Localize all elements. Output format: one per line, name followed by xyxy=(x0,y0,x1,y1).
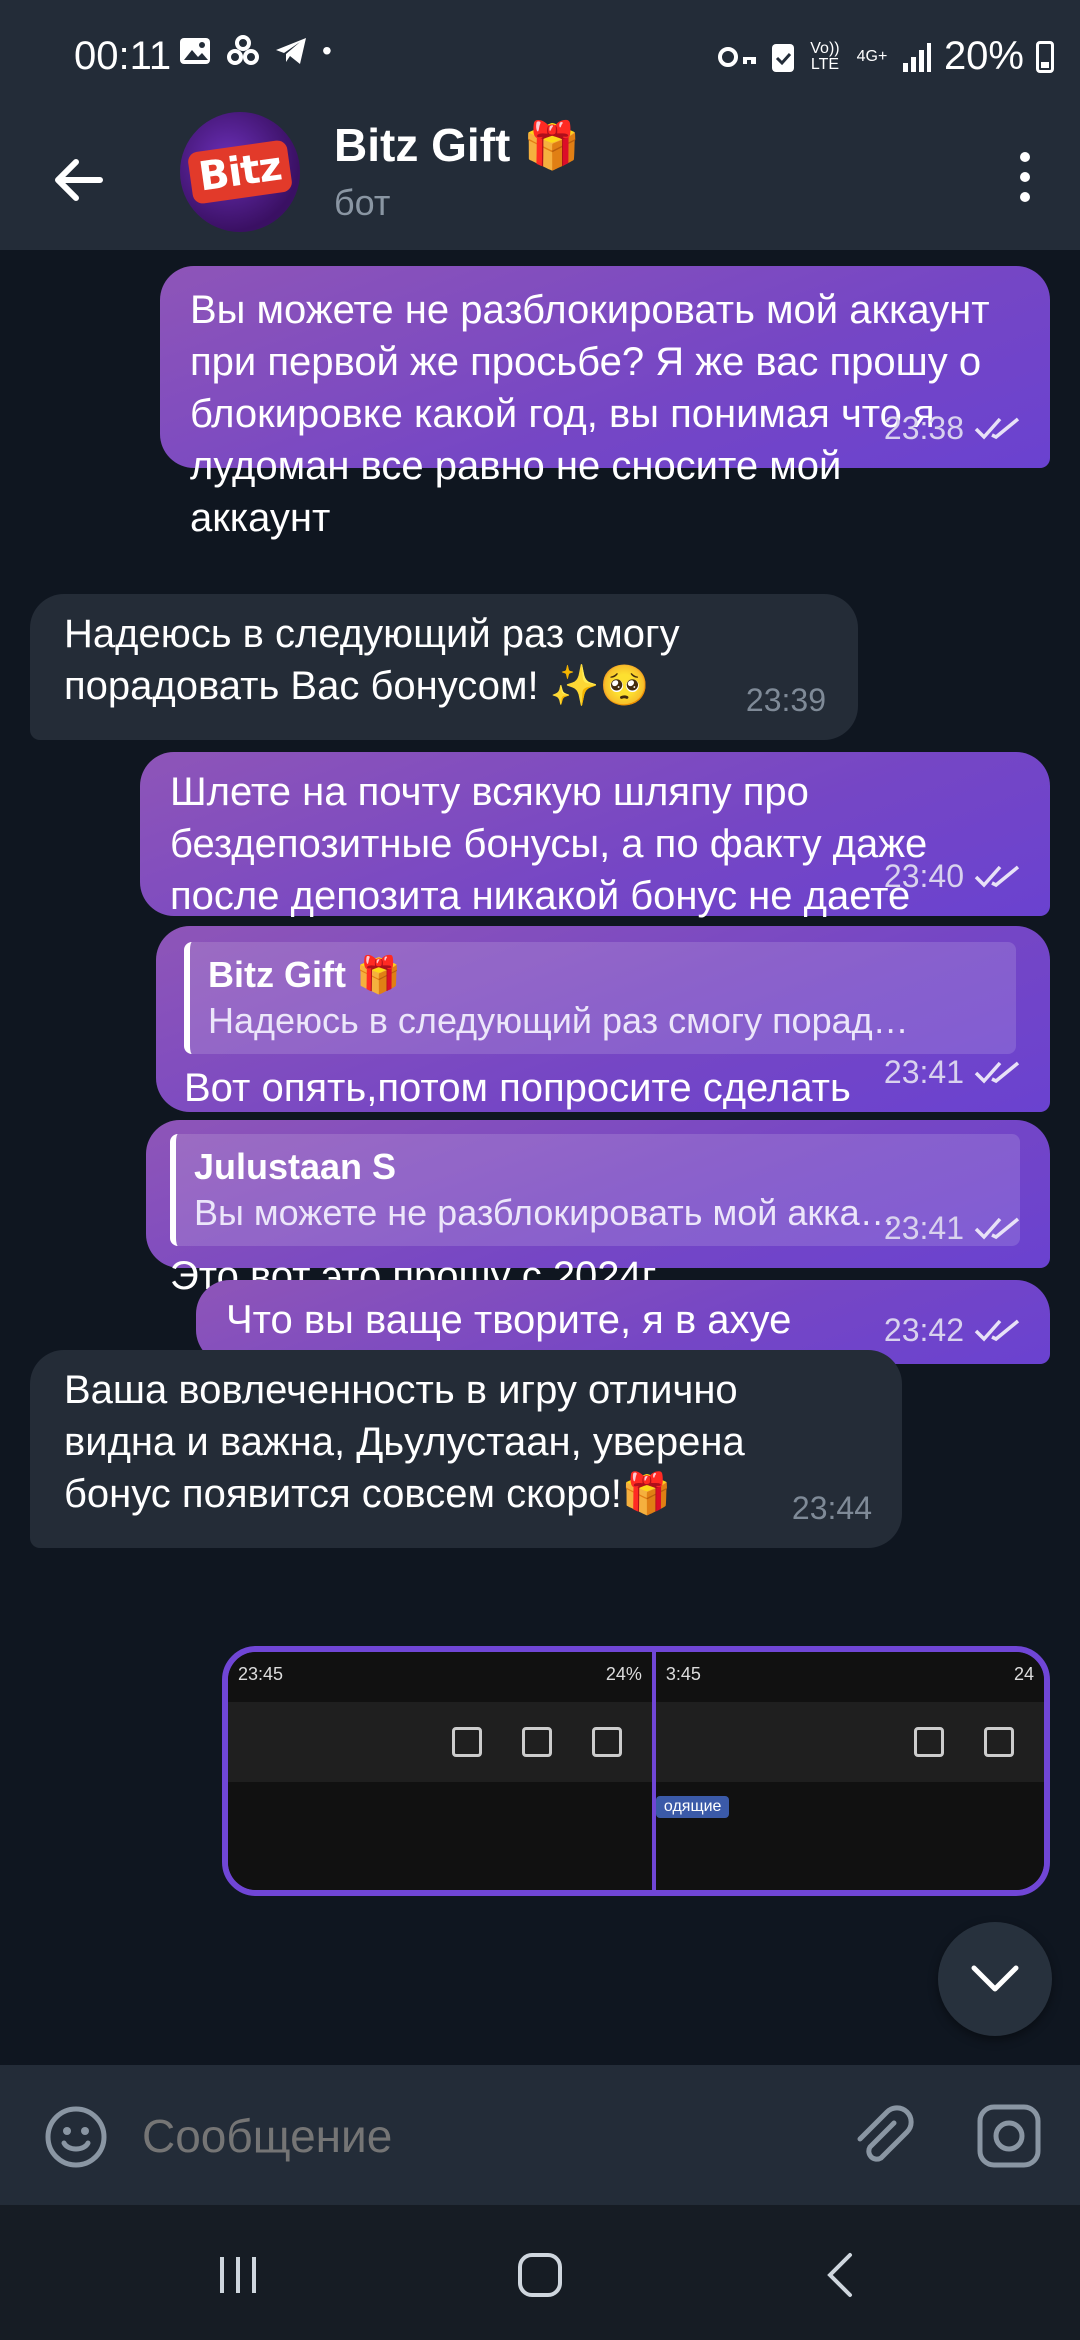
status-time: 00:11 xyxy=(74,34,172,78)
thumbnail-toolbar xyxy=(655,1702,1044,1782)
back-nav-icon[interactable] xyxy=(812,2245,872,2305)
message-time: 23:40 xyxy=(883,858,964,894)
reply-author: Bitz Gift 🎁 xyxy=(208,954,401,995)
photo-album-message[interactable]: 23:45 24% 3:45 24 одящие xyxy=(222,1646,1050,1896)
message-outgoing[interactable]: Вы можете не разблокировать мой аккаунт … xyxy=(160,266,1050,540)
shared-icon xyxy=(227,35,259,65)
reply-author: Julustaan S xyxy=(194,1146,397,1187)
message-time: 23:44 xyxy=(791,1490,872,1526)
message-input[interactable] xyxy=(140,2103,804,2169)
scroll-to-bottom-button[interactable] xyxy=(938,1922,1052,2036)
reply-snippet: Надеюсь в следующий раз смогу порад… xyxy=(208,1000,909,1041)
home-icon[interactable] xyxy=(510,2245,570,2305)
signal-icon xyxy=(902,42,931,72)
thumbnail-toolbar xyxy=(228,1702,652,1782)
chevron-down-icon xyxy=(971,1965,1019,1992)
avatar-logo: Bitz xyxy=(186,139,294,205)
notification-icons: • xyxy=(178,34,332,68)
telegram-icon xyxy=(276,38,306,64)
thumbnail-statusbar: 3:45 24 xyxy=(665,1664,1034,1684)
screenshot-thumbnail[interactable]: 3:45 24 одящие xyxy=(655,1652,1044,1890)
status-bar: 00:11 • Vo)) LTE 4G+ 20% xyxy=(0,0,1080,112)
back-arrow-icon[interactable] xyxy=(48,150,108,210)
chat-header: Bitz Bitz Gift 🎁 бот xyxy=(0,112,1080,250)
message-text: Что вы ваще творите, я в ахуе xyxy=(226,1298,792,1342)
avatar[interactable]: Bitz xyxy=(180,112,300,232)
thumbnail-statusbar: 23:45 24% xyxy=(238,1664,642,1684)
camera-icon[interactable] xyxy=(976,2103,1042,2169)
status-right: Vo)) LTE 4G+ 20% xyxy=(717,34,1054,79)
system-navbar xyxy=(0,2205,1080,2340)
message-time: 23:41 xyxy=(883,1054,964,1090)
attach-icon[interactable] xyxy=(846,2101,916,2171)
message-outgoing[interactable]: Шлете на почту всякую шляпу про бездепоз… xyxy=(140,752,1050,918)
message-incoming[interactable]: Надеюсь в следующий раз смогу порадовать… xyxy=(30,594,858,740)
message-text: Ваша вовлеченность в игру отлично видна … xyxy=(64,1368,745,1516)
double-check-icon xyxy=(974,865,1020,888)
message-time: 23:38 xyxy=(883,410,964,446)
message-composer xyxy=(0,2065,1080,2205)
thumbnail-tag: одящие xyxy=(655,1796,730,1818)
double-check-icon xyxy=(974,1061,1020,1084)
recent-apps-icon[interactable] xyxy=(208,2245,268,2305)
chat-title[interactable]: Bitz Gift 🎁 xyxy=(334,118,580,173)
emoji-icon[interactable] xyxy=(44,2105,108,2169)
clipboard-icon xyxy=(771,43,794,72)
reply-quote[interactable]: Bitz Gift 🎁 Надеюсь в следующий раз смог… xyxy=(184,942,1016,1054)
chat-subtitle: бот xyxy=(334,182,391,223)
battery-icon xyxy=(1036,40,1054,73)
network-type: 4G+ xyxy=(856,47,888,65)
reply-snippet: Вы можете не разблокировать мой акка… xyxy=(194,1192,896,1233)
battery-percent: 20% xyxy=(943,34,1024,78)
double-check-icon xyxy=(974,1319,1020,1342)
double-check-icon xyxy=(974,417,1020,440)
message-outgoing-reply[interactable]: Bitz Gift 🎁 Надеюсь в следующий раз смог… xyxy=(156,926,1050,1162)
message-outgoing-reply[interactable]: Julustaan S Вы можете не разблокировать … xyxy=(146,1120,1050,1298)
message-incoming[interactable]: Ваша вовлеченность в игру отлично видна … xyxy=(30,1350,902,1548)
more-options-icon[interactable] xyxy=(1000,142,1050,212)
message-text: Вы можете не разблокировать мой аккаунт … xyxy=(190,288,990,540)
gallery-icon xyxy=(180,38,210,64)
double-check-icon xyxy=(974,1217,1020,1240)
message-list[interactable]: Вы можете не разблокировать мой аккаунт … xyxy=(0,250,1080,2065)
message-text: Надеюсь в следующий раз смогу порадовать… xyxy=(64,612,680,708)
key-icon xyxy=(717,46,756,67)
screenshot-thumbnail[interactable]: 23:45 24% xyxy=(228,1652,656,1890)
message-time: 23:42 xyxy=(883,1312,964,1348)
volte-label: Vo)) LTE xyxy=(810,39,840,73)
message-time: 23:41 xyxy=(883,1210,964,1246)
message-time: 23:39 xyxy=(745,682,826,718)
more-notifications-dot: • xyxy=(322,35,332,66)
